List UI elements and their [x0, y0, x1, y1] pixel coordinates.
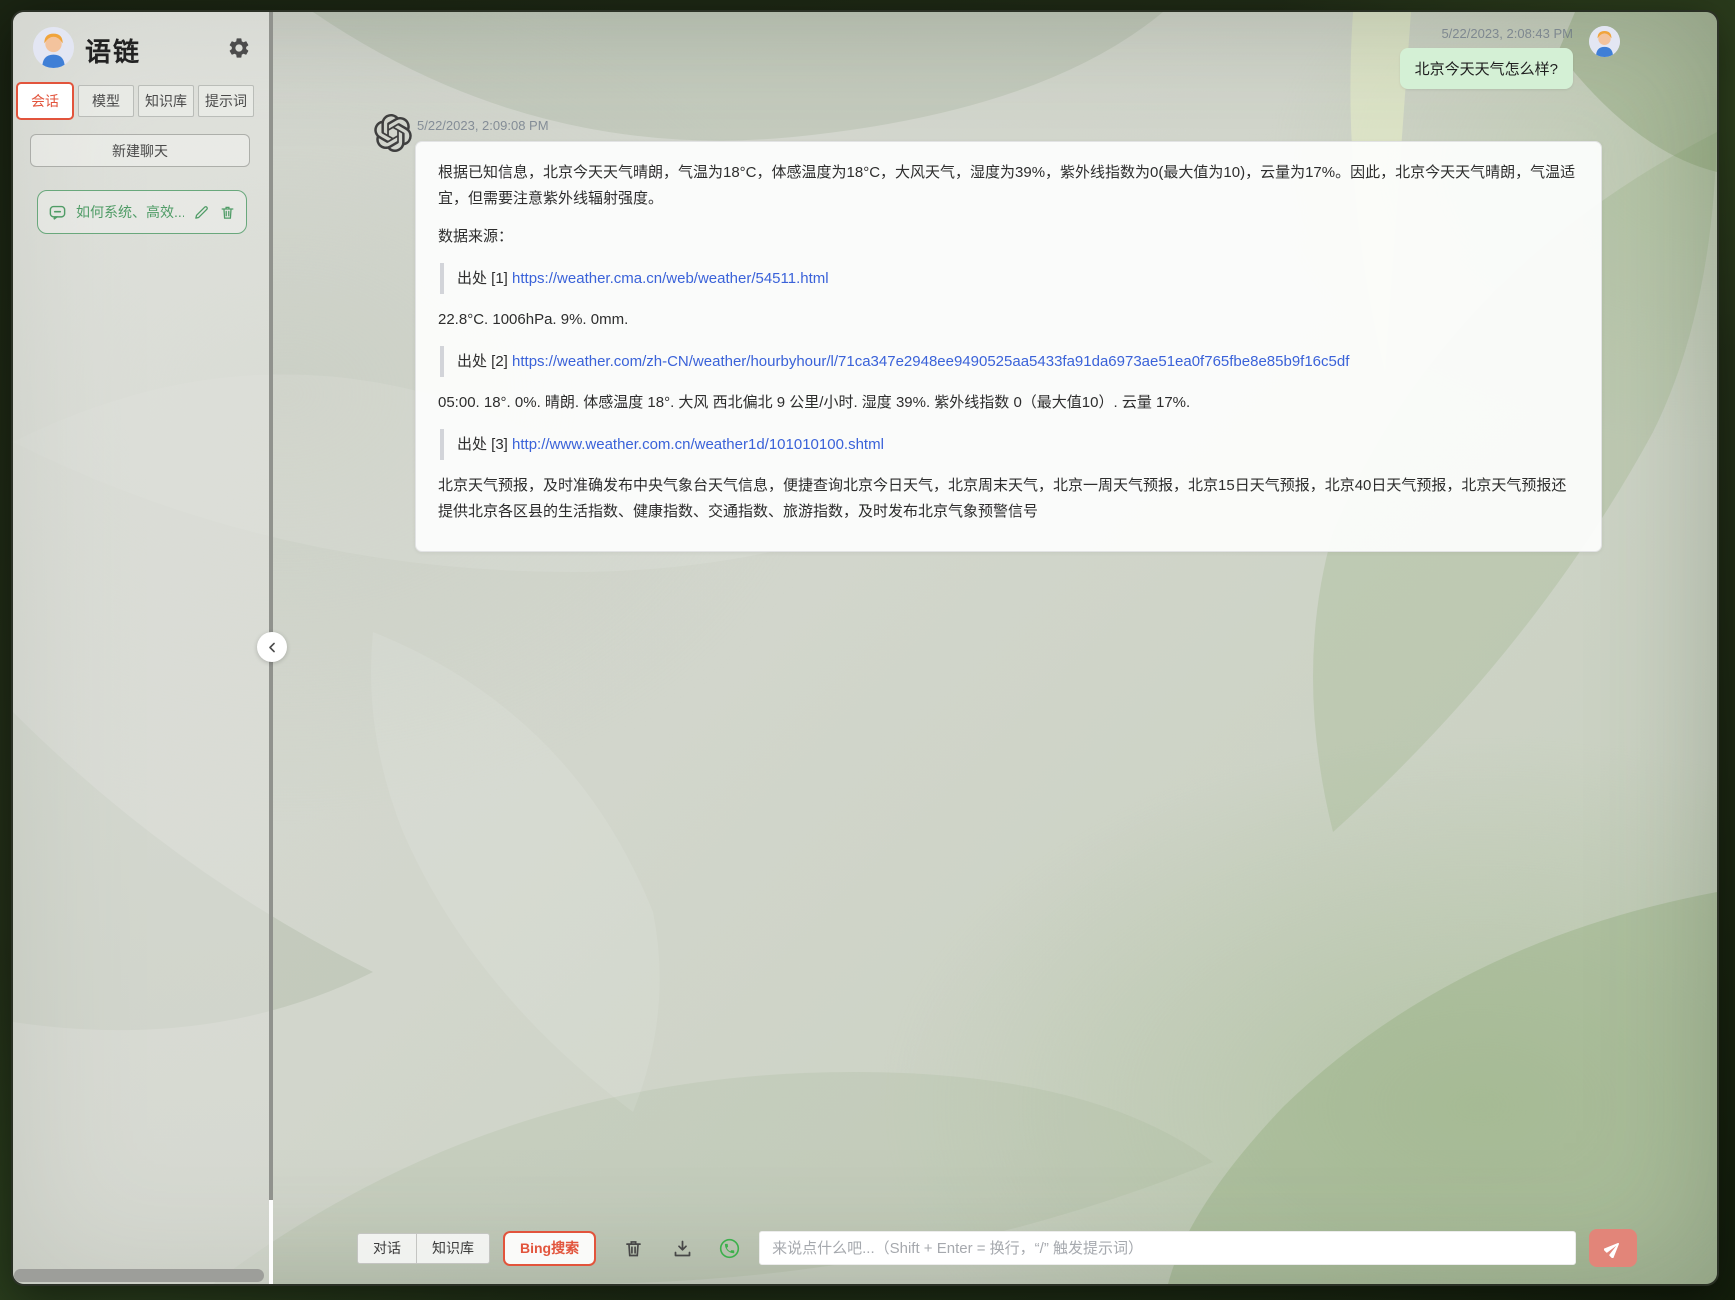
- new-chat-button[interactable]: 新建聊天: [30, 134, 250, 167]
- user-bubble: 北京今天天气怎么样?: [1399, 48, 1573, 89]
- chat-history-item[interactable]: 如何系统、高效...: [37, 190, 247, 234]
- send-icon: [1603, 1239, 1623, 1258]
- snippet-2: 05:00. 18°. 0%. 晴朗. 体感温度 18°. 大风 西北偏北 9 …: [438, 394, 1191, 411]
- source-2-label: 出处 [2]: [457, 352, 508, 370]
- clear-chat-button[interactable]: [621, 1236, 645, 1260]
- sidebar: 语链 会话 模型 知识库 提示词 新建聊天 如何系统、高效...: [13, 12, 269, 1284]
- source-1-label: 出处 [1]: [457, 269, 508, 287]
- assistant-card: 根据已知信息，北京今天天气晴朗，气温为18°C，体感温度为18°C，大风天气，湿…: [415, 141, 1602, 552]
- edit-icon[interactable]: [193, 204, 210, 221]
- mode-knowledge-button[interactable]: 知识库: [416, 1232, 490, 1264]
- chat-history-title: 如何系统、高效...: [76, 204, 184, 220]
- tab-prompts[interactable]: 提示词: [198, 85, 254, 117]
- user-message: 5/22/2023, 2:08:43 PM 北京今天天气怎么样?: [1399, 26, 1620, 89]
- whatsapp-icon: [718, 1237, 741, 1260]
- screen: { "app": { "title": "语链" }, "sidebar": {…: [0, 0, 1735, 1300]
- source-2: 出处 [2] https://weather.com/zh-CN/weather…: [440, 345, 1579, 377]
- user-timestamp: 5/22/2023, 2:08:43 PM: [1441, 26, 1573, 41]
- app-avatar: [33, 27, 74, 68]
- message-input[interactable]: [759, 1231, 1576, 1265]
- whatsapp-button[interactable]: [717, 1236, 741, 1260]
- source-3: 出处 [3] http://www.weather.com.cn/weather…: [440, 428, 1579, 460]
- snippet-1: 22.8°C. 1006hPa. 9%. 0mm.: [438, 311, 629, 328]
- sidebar-collapse-button[interactable]: [257, 632, 287, 662]
- send-button[interactable]: [1589, 1229, 1637, 1267]
- settings-button[interactable]: [226, 36, 252, 62]
- trash-icon: [623, 1238, 644, 1259]
- tab-conversations[interactable]: 会话: [16, 82, 74, 120]
- tab-models[interactable]: 模型: [78, 85, 134, 117]
- sources-label: 数据来源：: [438, 228, 514, 245]
- mode-switch: 对话 知识库: [357, 1232, 490, 1264]
- gear-icon: [227, 36, 251, 60]
- openai-logo-icon: [374, 114, 412, 152]
- sidebar-tabs: 会话 模型 知识库 提示词: [16, 82, 254, 120]
- tab-knowledge-base[interactable]: 知识库: [138, 85, 194, 117]
- source-3-label: 出处 [3]: [457, 435, 508, 453]
- assistant-timestamp: 5/22/2023, 2:09:08 PM: [417, 118, 549, 133]
- mode-chat-button[interactable]: 对话: [357, 1232, 417, 1264]
- source-1: 出处 [1] https://weather.cma.cn/web/weathe…: [440, 262, 1579, 294]
- delete-icon[interactable]: [219, 204, 236, 221]
- chevron-left-icon: [265, 640, 280, 655]
- source-1-link[interactable]: https://weather.cma.cn/web/weather/54511…: [512, 270, 829, 287]
- sidebar-scrollbar[interactable]: [14, 1269, 264, 1282]
- source-2-link[interactable]: https://weather.com/zh-CN/weather/hourby…: [512, 353, 1349, 370]
- app-title: 语链: [85, 37, 142, 67]
- chat-area: 5/22/2023, 2:08:43 PM 北京今天天气怎么样? 5/22/20…: [276, 12, 1717, 1284]
- chat-bubble-icon: [48, 203, 67, 222]
- assistant-message: 5/22/2023, 2:09:08 PM 根据已知信息，北京今天天气晴朗，气温…: [374, 114, 1602, 552]
- snippet-3: 北京天气预报，及时准确发布中央气象台天气信息，便捷查询北京今日天气，北京周末天气…: [438, 477, 1567, 520]
- app-window: 语链 会话 模型 知识库 提示词 新建聊天 如何系统、高效... 5/22/20…: [11, 10, 1719, 1286]
- download-icon: [672, 1238, 693, 1259]
- source-3-link[interactable]: http://www.weather.com.cn/weather1d/1010…: [512, 436, 884, 453]
- user-avatar: [1589, 26, 1620, 57]
- answer-paragraph: 根据已知信息，北京今天天气晴朗，气温为18°C，体感温度为18°C，大风天气，湿…: [438, 164, 1576, 207]
- composer: 对话 知识库 Bing搜索: [357, 1228, 1637, 1268]
- bing-search-button[interactable]: Bing搜索: [503, 1230, 597, 1266]
- export-button[interactable]: [670, 1236, 694, 1260]
